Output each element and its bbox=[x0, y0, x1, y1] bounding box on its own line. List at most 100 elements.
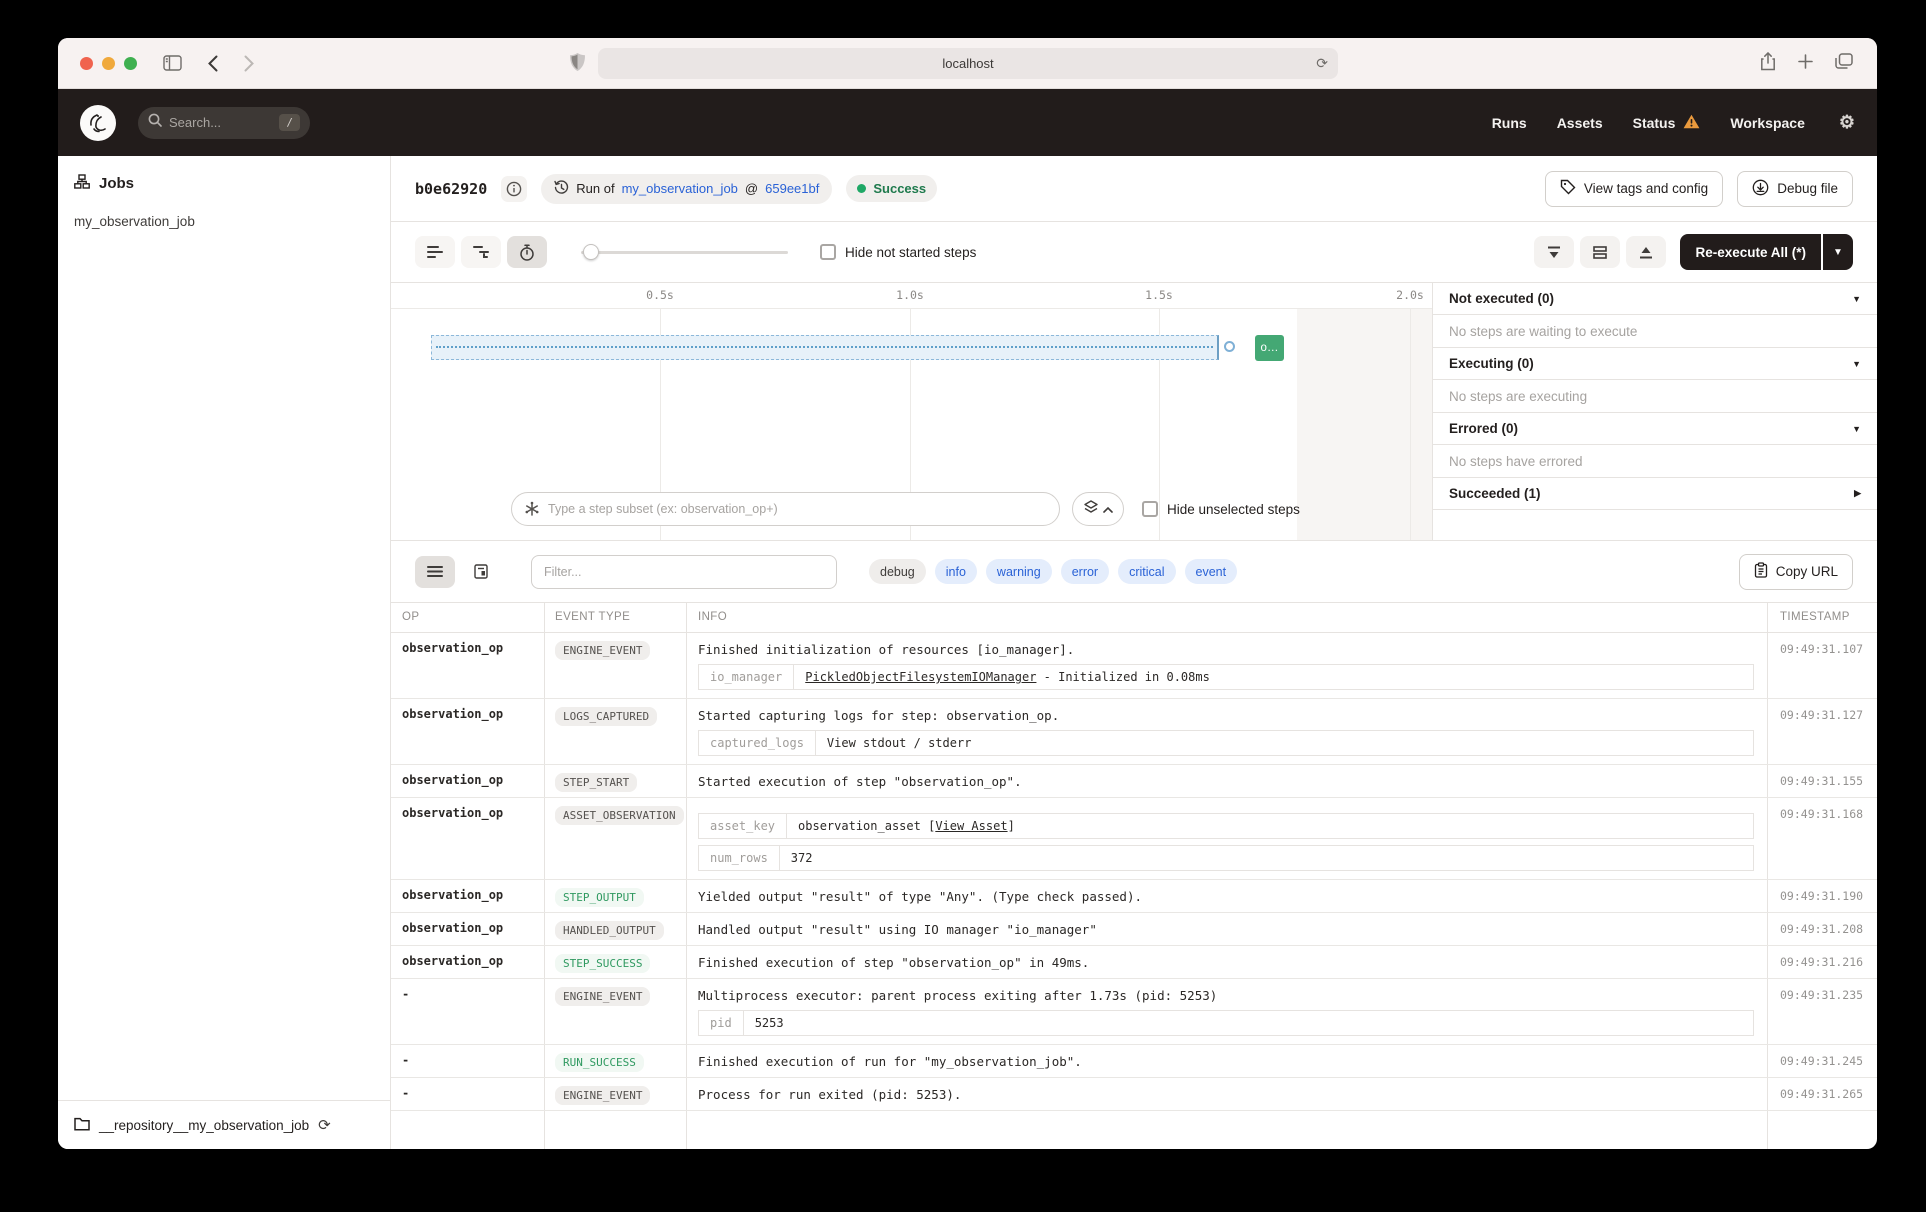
nav-runs[interactable]: Runs bbox=[1492, 115, 1527, 131]
log-row[interactable]: observation_opHANDLED_OUTPUTHandled outp… bbox=[391, 913, 1877, 946]
reload-icon[interactable]: ⟳ bbox=[1316, 55, 1328, 72]
reexecute-dropdown-button[interactable]: ▼ bbox=[1823, 234, 1853, 270]
step-duration-bar[interactable] bbox=[431, 335, 1219, 360]
gantt-overflow-zone bbox=[1297, 309, 1432, 540]
step-box[interactable]: o… bbox=[1255, 335, 1284, 361]
expand-panel-icon[interactable] bbox=[1626, 236, 1666, 268]
copy-url-button[interactable]: Copy URL bbox=[1739, 554, 1853, 590]
step-panel-section-header[interactable]: Executing (0)▼ bbox=[1433, 348, 1877, 380]
global-search[interactable]: / bbox=[138, 107, 310, 139]
chevron-up-icon bbox=[1103, 500, 1113, 518]
log-message: Finished initialization of resources [io… bbox=[698, 641, 1755, 657]
split-panel-icon[interactable] bbox=[1580, 236, 1620, 268]
forward-button[interactable] bbox=[244, 55, 254, 72]
address-bar[interactable]: localhost ⟳ bbox=[598, 48, 1338, 79]
step-subset-input[interactable] bbox=[511, 492, 1060, 526]
log-level-chip-critical[interactable]: critical bbox=[1118, 559, 1175, 584]
event-type-pill: ASSET_OBSERVATION bbox=[555, 806, 684, 825]
section-title: Executing (0) bbox=[1449, 356, 1534, 371]
sidebar-toggle-icon[interactable] bbox=[163, 55, 182, 71]
log-row[interactable]: -ENGINE_EVENTProcess for run exited (pid… bbox=[391, 1078, 1877, 1111]
clipboard-icon bbox=[1754, 562, 1768, 581]
event-type-pill: ENGINE_EVENT bbox=[555, 987, 650, 1006]
nav-status[interactable]: Status bbox=[1633, 114, 1701, 132]
list-view-icon[interactable] bbox=[415, 556, 455, 588]
structured-view-icon[interactable] bbox=[461, 556, 501, 588]
log-row[interactable]: observation_opSTEP_SUCCESSFinished execu… bbox=[391, 946, 1877, 979]
event-type-pill: STEP_OUTPUT bbox=[555, 888, 644, 907]
log-row[interactable]: observation_opENGINE_EVENTFinished initi… bbox=[391, 633, 1877, 699]
info-icon[interactable] bbox=[501, 176, 527, 202]
metadata-link[interactable]: View Asset bbox=[935, 819, 1007, 833]
gantt-region: 0.5s 1.0s 1.5s 2.0s o… bbox=[391, 282, 1877, 541]
commit-link[interactable]: 659ee1bf bbox=[765, 181, 819, 196]
log-message: Multiprocess executor: parent process ex… bbox=[698, 987, 1755, 1003]
checkbox-icon[interactable] bbox=[820, 244, 836, 260]
slider-knob[interactable] bbox=[583, 244, 599, 260]
tab-overview-icon[interactable] bbox=[1835, 53, 1853, 74]
app-header: / Runs Assets Status Workspace ⚙ bbox=[58, 89, 1877, 156]
dagster-logo[interactable] bbox=[80, 105, 116, 141]
reexecute-all-button[interactable]: Re-execute All (*) bbox=[1680, 234, 1821, 270]
search-input[interactable] bbox=[169, 115, 259, 130]
step-panel-section-header[interactable]: Errored (0)▼ bbox=[1433, 413, 1877, 445]
zoom-slider[interactable] bbox=[581, 244, 788, 260]
view-tags-config-button[interactable]: View tags and config bbox=[1545, 171, 1723, 207]
waterfall-view-icon[interactable] bbox=[461, 236, 501, 268]
log-event-type: LOGS_CAPTURED bbox=[545, 699, 687, 764]
close-window-button[interactable] bbox=[80, 57, 93, 70]
hide-not-started-checkbox[interactable]: Hide not started steps bbox=[820, 244, 976, 260]
collapse-panel-icon[interactable] bbox=[1534, 236, 1574, 268]
log-message: Yielded output "result" of type "Any". (… bbox=[698, 888, 1755, 904]
log-level-chip-debug[interactable]: debug bbox=[869, 559, 926, 584]
col-info: INFO bbox=[687, 603, 1767, 632]
log-level-chip-error[interactable]: error bbox=[1061, 559, 1109, 584]
metadata-link[interactable]: PickledObjectFilesystemIOManager bbox=[805, 670, 1036, 684]
window-controls bbox=[80, 57, 137, 70]
minimize-window-button[interactable] bbox=[102, 57, 115, 70]
log-row[interactable]: -RUN_SUCCESSFinished execution of run fo… bbox=[391, 1045, 1877, 1078]
log-op: observation_op bbox=[391, 946, 545, 978]
warning-triangle-icon bbox=[1683, 114, 1700, 132]
log-row[interactable]: observation_opLOGS_CAPTUREDStarted captu… bbox=[391, 699, 1877, 765]
new-tab-icon[interactable] bbox=[1798, 54, 1813, 74]
reload-repository-icon[interactable]: ⟳ bbox=[318, 1116, 331, 1134]
gantt-timeline: 0.5s 1.0s 1.5s 2.0s bbox=[391, 283, 1432, 309]
flat-view-icon[interactable] bbox=[415, 236, 455, 268]
log-row[interactable]: observation_opASSET_OBSERVATIONasset_key… bbox=[391, 798, 1877, 880]
metadata-key: captured_logs bbox=[699, 731, 816, 755]
event-type-pill: STEP_START bbox=[555, 773, 637, 792]
graph-query-toggle-button[interactable] bbox=[1072, 492, 1124, 526]
share-icon[interactable] bbox=[1760, 52, 1776, 76]
back-button[interactable] bbox=[208, 55, 218, 72]
metadata-entry: num_rows372 bbox=[698, 845, 1754, 871]
job-link[interactable]: my_observation_job bbox=[622, 181, 738, 196]
step-panel-section-header[interactable]: Succeeded (1)▶ bbox=[1433, 478, 1877, 510]
timed-view-icon[interactable] bbox=[507, 236, 547, 268]
log-level-chip-event[interactable]: event bbox=[1185, 559, 1238, 584]
nav-assets[interactable]: Assets bbox=[1557, 115, 1603, 131]
log-timestamp: 09:49:31.245 bbox=[1767, 1045, 1877, 1077]
log-timestamp: 09:49:31.127 bbox=[1767, 699, 1877, 764]
settings-gear-icon[interactable]: ⚙ bbox=[1839, 112, 1855, 133]
checkbox-icon[interactable] bbox=[1142, 501, 1158, 517]
step-panel-section-header[interactable]: Not executed (0)▼ bbox=[1433, 283, 1877, 315]
hide-unselected-checkbox[interactable]: Hide unselected steps bbox=[1142, 501, 1300, 517]
log-filter-input[interactable] bbox=[531, 555, 837, 589]
log-timestamp: 09:49:31.208 bbox=[1767, 913, 1877, 945]
log-message: Started execution of step "observation_o… bbox=[698, 773, 1755, 789]
log-row[interactable]: observation_opSTEP_STARTStarted executio… bbox=[391, 765, 1877, 798]
sidebar-item-my-observation-job[interactable]: my_observation_job bbox=[58, 207, 390, 236]
log-timestamp: 09:49:31.190 bbox=[1767, 880, 1877, 912]
nav-workspace[interactable]: Workspace bbox=[1730, 115, 1804, 131]
log-message: Handled output "result" using IO manager… bbox=[698, 921, 1755, 937]
log-level-chip-warning[interactable]: warning bbox=[986, 559, 1052, 584]
log-level-chip-info[interactable]: info bbox=[935, 559, 977, 584]
section-title: Not executed (0) bbox=[1449, 291, 1554, 306]
log-row[interactable]: observation_opSTEP_OUTPUTYielded output … bbox=[391, 880, 1877, 913]
zoom-window-button[interactable] bbox=[124, 57, 137, 70]
metadata-text: 5253 bbox=[755, 1016, 784, 1030]
debug-file-button[interactable]: Debug file bbox=[1737, 171, 1853, 207]
log-row[interactable]: -ENGINE_EVENTMultiprocess executor: pare… bbox=[391, 979, 1877, 1045]
log-timestamp: 09:49:31.216 bbox=[1767, 946, 1877, 978]
